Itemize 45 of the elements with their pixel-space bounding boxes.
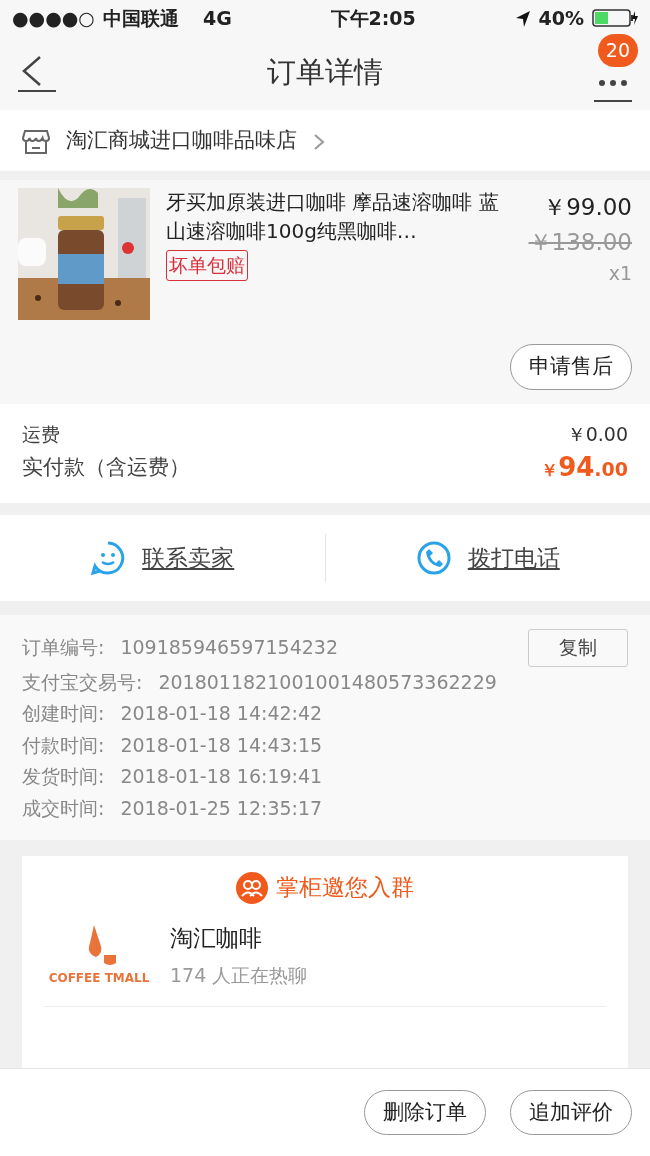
total-amount: ￥94.00: [541, 451, 628, 484]
info-label: 订单编号:: [22, 635, 105, 660]
info-value: 2018-01-18 14:42:42: [120, 701, 324, 726]
status-time: 下午2:05: [329, 5, 417, 31]
carrier-name: 中国联通: [102, 5, 179, 31]
after-sales-button[interactable]: 申请售后: [510, 344, 632, 390]
product-price: ￥99.00: [542, 193, 632, 222]
invite-title: 掌柜邀您入群: [276, 873, 414, 902]
info-label: 支付宝交易号:: [22, 669, 143, 695]
page-title: 订单详情: [267, 54, 383, 92]
info-value: 2018-01-18 16:19:41: [120, 764, 324, 789]
shop-name-link[interactable]: 淘汇商城进口咖啡品味店: [66, 124, 297, 157]
group-icon: [236, 871, 268, 904]
back-button[interactable]: [16, 53, 58, 93]
group-logo: COFFEE TMALL: [44, 923, 154, 987]
battery-percent: 40%: [538, 5, 584, 31]
info-label: 成交时间:: [22, 795, 105, 821]
product-title[interactable]: 牙买加原装进口咖啡 摩品速溶咖啡 蓝山速溶咖啡100g纯黑咖啡…: [166, 188, 511, 246]
network-type: 4G: [202, 5, 232, 31]
call-phone-link[interactable]: 拨打电话: [467, 540, 560, 576]
info-label: 创建时间:: [22, 701, 105, 726]
info-value: 2018011821001001480573362229: [158, 669, 498, 695]
original-price: ￥138.00: [527, 227, 632, 257]
fee-label: 实付款（含运费）: [22, 453, 190, 481]
info-value: 109185946597154232: [120, 635, 339, 660]
delete-order-button[interactable]: 删除订单: [364, 1089, 486, 1136]
fee-label: 运费: [22, 421, 60, 447]
info-label: 发货时间:: [22, 764, 105, 789]
quantity: x1: [607, 261, 632, 286]
more-menu-button[interactable]: [592, 77, 634, 103]
add-review-button[interactable]: 追加评价: [510, 1089, 632, 1136]
info-value: 2018-01-18 14:43:15: [120, 732, 324, 758]
guarantee-tag: 坏单包赔: [166, 250, 248, 281]
member-count: 174 人正在热聊: [170, 963, 308, 988]
signal-indicator: ●●●●○: [12, 5, 95, 31]
battery-icon: [592, 8, 638, 28]
notification-badge: 20: [597, 34, 638, 67]
chat-icon: [90, 540, 127, 576]
group-name: 淘汇咖啡: [170, 923, 263, 953]
phone-icon: [415, 540, 452, 576]
fee-value: ￥0.00: [566, 421, 628, 447]
info-label: 付款时间:: [22, 732, 105, 758]
copy-button[interactable]: 复制: [528, 629, 628, 667]
info-value: 2018-01-25 12:35:17: [120, 795, 324, 821]
contact-seller-link[interactable]: 联系卖家: [142, 540, 235, 576]
